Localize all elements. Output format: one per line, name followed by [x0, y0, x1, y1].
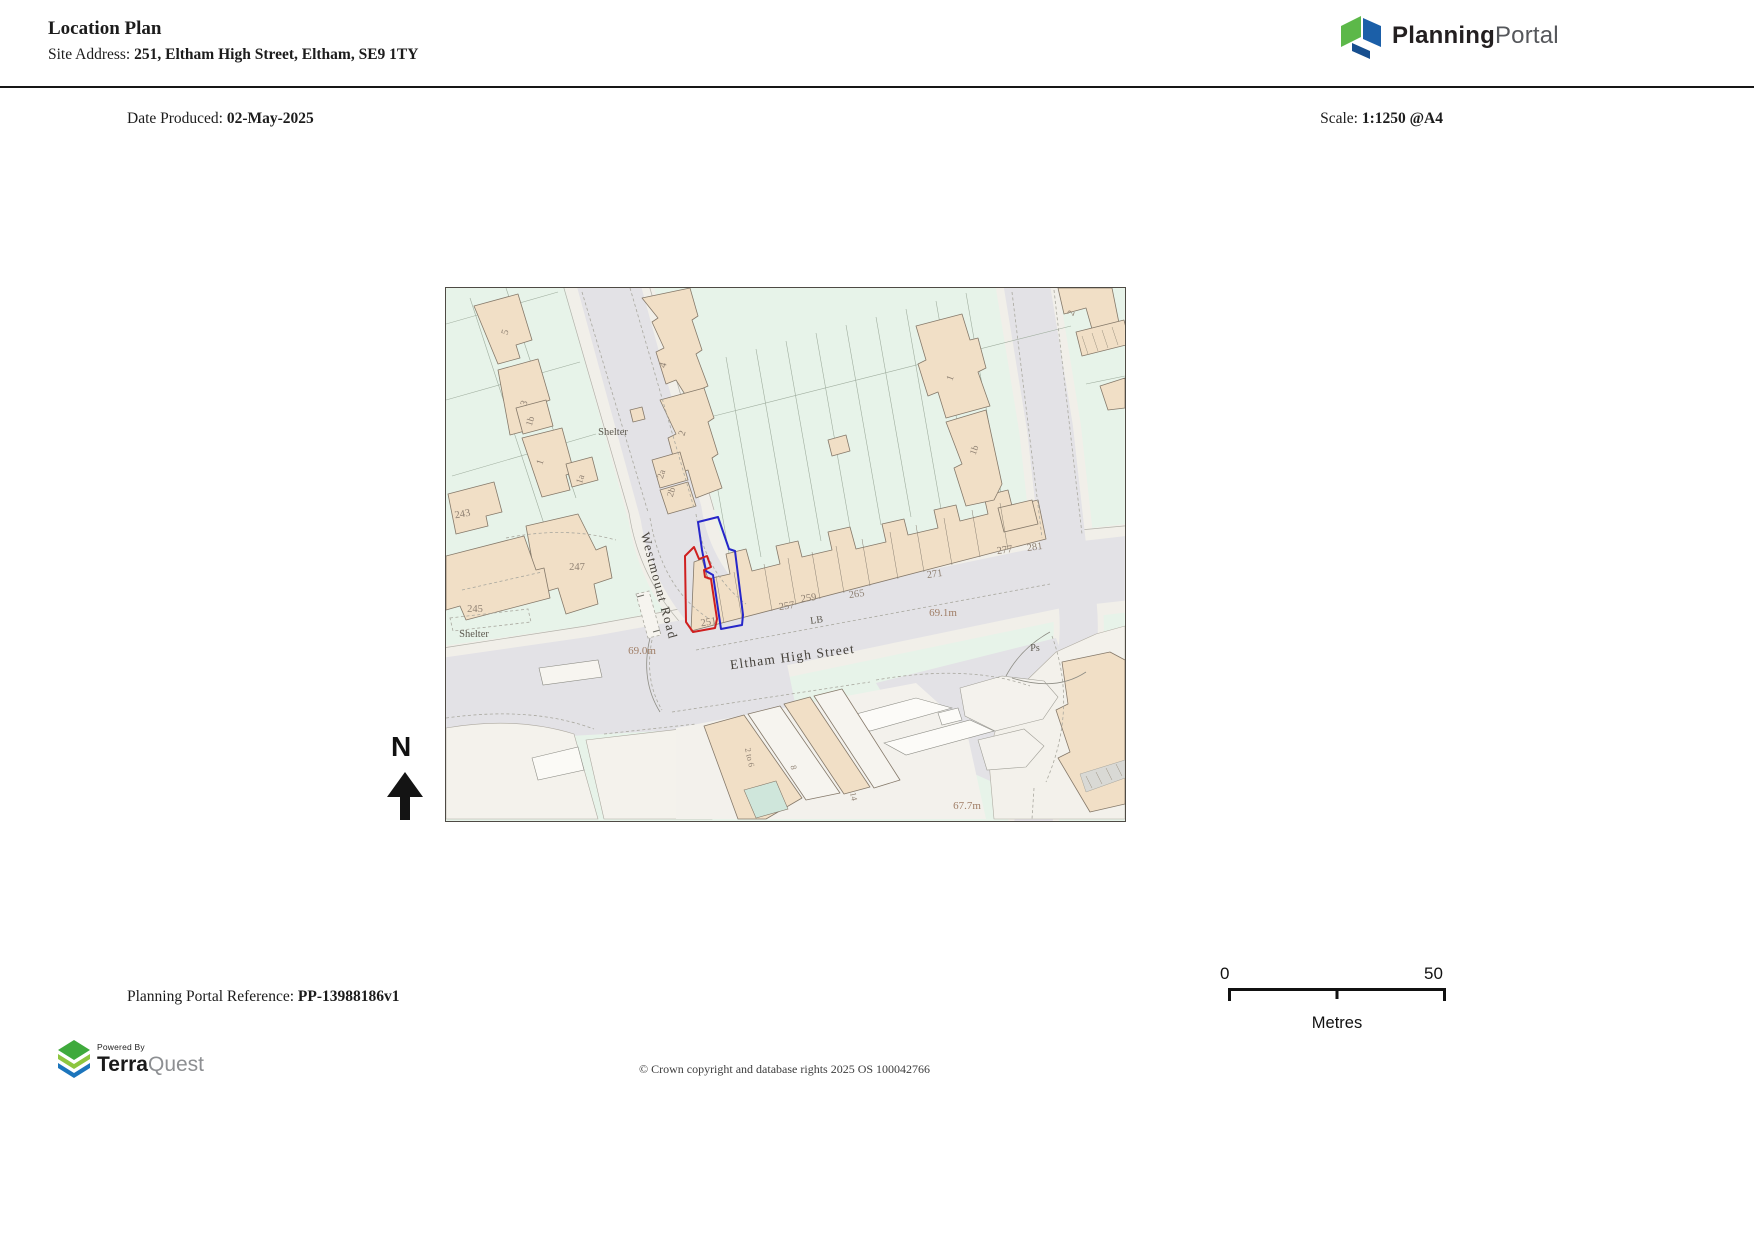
map-label: 265 [848, 588, 865, 601]
map-svg: Shelter531b11a422a2b243247245ShelterWest… [446, 288, 1125, 821]
terraquest-wordmark: Powered By TerraQuest [97, 1043, 204, 1075]
scalebar-start: 0 [1220, 964, 1229, 984]
scalebar-end: 50 [1424, 964, 1443, 984]
map-scale-text: Scale: 1:1250 @A4 [1320, 110, 1443, 128]
map-label: 271 [926, 568, 943, 581]
map-label: 67.7m [953, 800, 981, 812]
map-label: 69.0m [628, 645, 656, 657]
map-label: 259 [800, 592, 817, 605]
scalebar-icon [1228, 986, 1446, 1004]
north-arrow-icon [385, 770, 425, 822]
header-divider [0, 86, 1754, 88]
terraquest-logo: Powered By TerraQuest [57, 1040, 204, 1078]
site-address-value: 251, Eltham High Street, Eltham, SE9 1TY [134, 46, 418, 63]
map-label: Shelter [459, 629, 489, 640]
powered-by-label: Powered By [97, 1043, 204, 1052]
site-address-label: Site Address: [48, 46, 134, 63]
north-label: N [391, 731, 411, 763]
map-label: 277 [996, 544, 1013, 557]
terraquest-logo-icon [57, 1040, 91, 1078]
map-label: 247 [569, 562, 585, 573]
date-produced: Date Produced: 02-May-2025 [127, 110, 314, 128]
page-title: Location Plan [48, 18, 161, 40]
map-label: 69.1m [929, 607, 957, 619]
map-label: 281 [1026, 541, 1043, 554]
crown-copyright: © Crown copyright and database rights 20… [445, 1062, 1124, 1077]
location-plan-page: Location Plan Site Address: 251, Eltham … [0, 0, 1754, 1241]
scalebar-unit: Metres [1295, 1014, 1379, 1033]
planning-portal-wordmark: PlanningPortal [1392, 22, 1559, 50]
planning-portal-reference: Planning Portal Reference: PP-13988186v1 [127, 988, 400, 1006]
site-address: Site Address: 251, Eltham High Street, E… [48, 46, 418, 64]
map-label: Shelter [598, 427, 628, 438]
map-label: LB [810, 614, 825, 627]
map-label: 245 [467, 604, 483, 615]
map-label: Ps [1030, 643, 1040, 654]
planning-portal-logo-icon [1338, 13, 1384, 59]
planning-portal-logo: PlanningPortal [1338, 13, 1559, 59]
map-canvas: Shelter531b11a422a2b243247245ShelterWest… [445, 287, 1126, 822]
map-label: 257 [778, 600, 795, 613]
